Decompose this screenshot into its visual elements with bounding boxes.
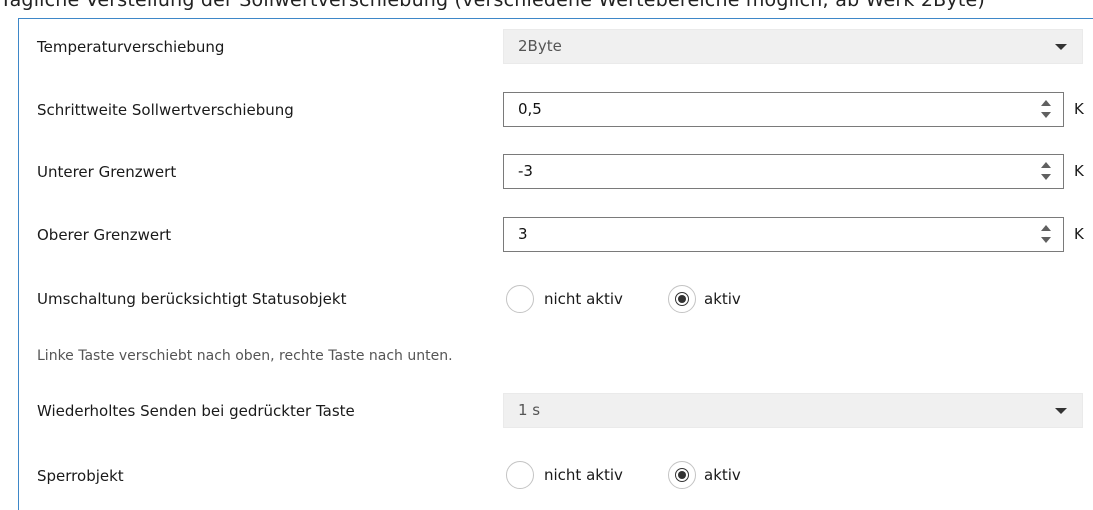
upper-limit-label: Oberer Grenzwert <box>37 226 172 244</box>
upper-limit-value: 3 <box>518 225 528 243</box>
spin-up-icon[interactable] <box>1041 100 1051 106</box>
lower-limit-unit: K <box>1074 162 1084 180</box>
upper-limit-unit: K <box>1074 225 1084 243</box>
upper-limit-spin-buttons[interactable] <box>1040 224 1052 246</box>
step-size-unit: K <box>1074 100 1084 118</box>
spin-up-icon[interactable] <box>1041 225 1051 231</box>
lower-limit-value: -3 <box>518 162 533 180</box>
lock-object-option-inactive-label[interactable]: nicht aktiv <box>544 465 623 485</box>
spin-down-icon[interactable] <box>1041 237 1051 243</box>
radio-selected-dot <box>678 295 686 303</box>
spin-down-icon[interactable] <box>1041 174 1051 180</box>
repeat-send-value: 1 s <box>518 401 541 419</box>
spin-down-icon[interactable] <box>1041 112 1051 118</box>
lower-limit-spinbox[interactable]: -3 <box>503 154 1064 189</box>
lower-limit-spin-buttons[interactable] <box>1040 161 1052 183</box>
step-size-value: 0,5 <box>518 100 542 118</box>
spin-up-icon[interactable] <box>1041 162 1051 168</box>
repeat-send-dropdown[interactable]: 1 s <box>503 393 1083 428</box>
step-size-spin-buttons[interactable] <box>1040 99 1052 121</box>
lock-object-radio-inactive[interactable] <box>506 461 534 489</box>
temperature-shift-dropdown[interactable]: 2Byte <box>503 29 1083 64</box>
step-size-spinbox[interactable]: 0,5 <box>503 92 1064 127</box>
status-object-option-active-label[interactable]: aktiv <box>704 289 741 309</box>
status-object-label: Umschaltung berücksichtigt Statusobjekt <box>37 290 347 308</box>
status-object-radio-inactive[interactable] <box>506 285 534 313</box>
info-note: Linke Taste verschiebt nach oben, rechte… <box>37 348 453 364</box>
radio-selected-dot <box>678 471 686 479</box>
lock-object-label: Sperrobjekt <box>37 467 124 485</box>
lock-object-radio-active[interactable] <box>668 461 696 489</box>
figure-caption: Tägliche Verstellung der Sollwertverschi… <box>0 0 985 11</box>
temperature-shift-label: Temperaturverschiebung <box>37 38 225 56</box>
temperature-shift-value: 2Byte <box>518 37 562 55</box>
repeat-send-label: Wiederholtes Senden bei gedrückter Taste <box>37 402 355 420</box>
status-object-radio-active[interactable] <box>668 285 696 313</box>
lower-limit-label: Unterer Grenzwert <box>37 163 177 181</box>
status-object-option-inactive-label[interactable]: nicht aktiv <box>544 289 623 309</box>
step-size-label: Schrittweite Sollwertverschiebung <box>37 101 294 119</box>
chevron-down-icon <box>1055 408 1067 414</box>
lock-object-option-active-label[interactable]: aktiv <box>704 465 741 485</box>
upper-limit-spinbox[interactable]: 3 <box>503 217 1064 252</box>
chevron-down-icon <box>1055 44 1067 50</box>
